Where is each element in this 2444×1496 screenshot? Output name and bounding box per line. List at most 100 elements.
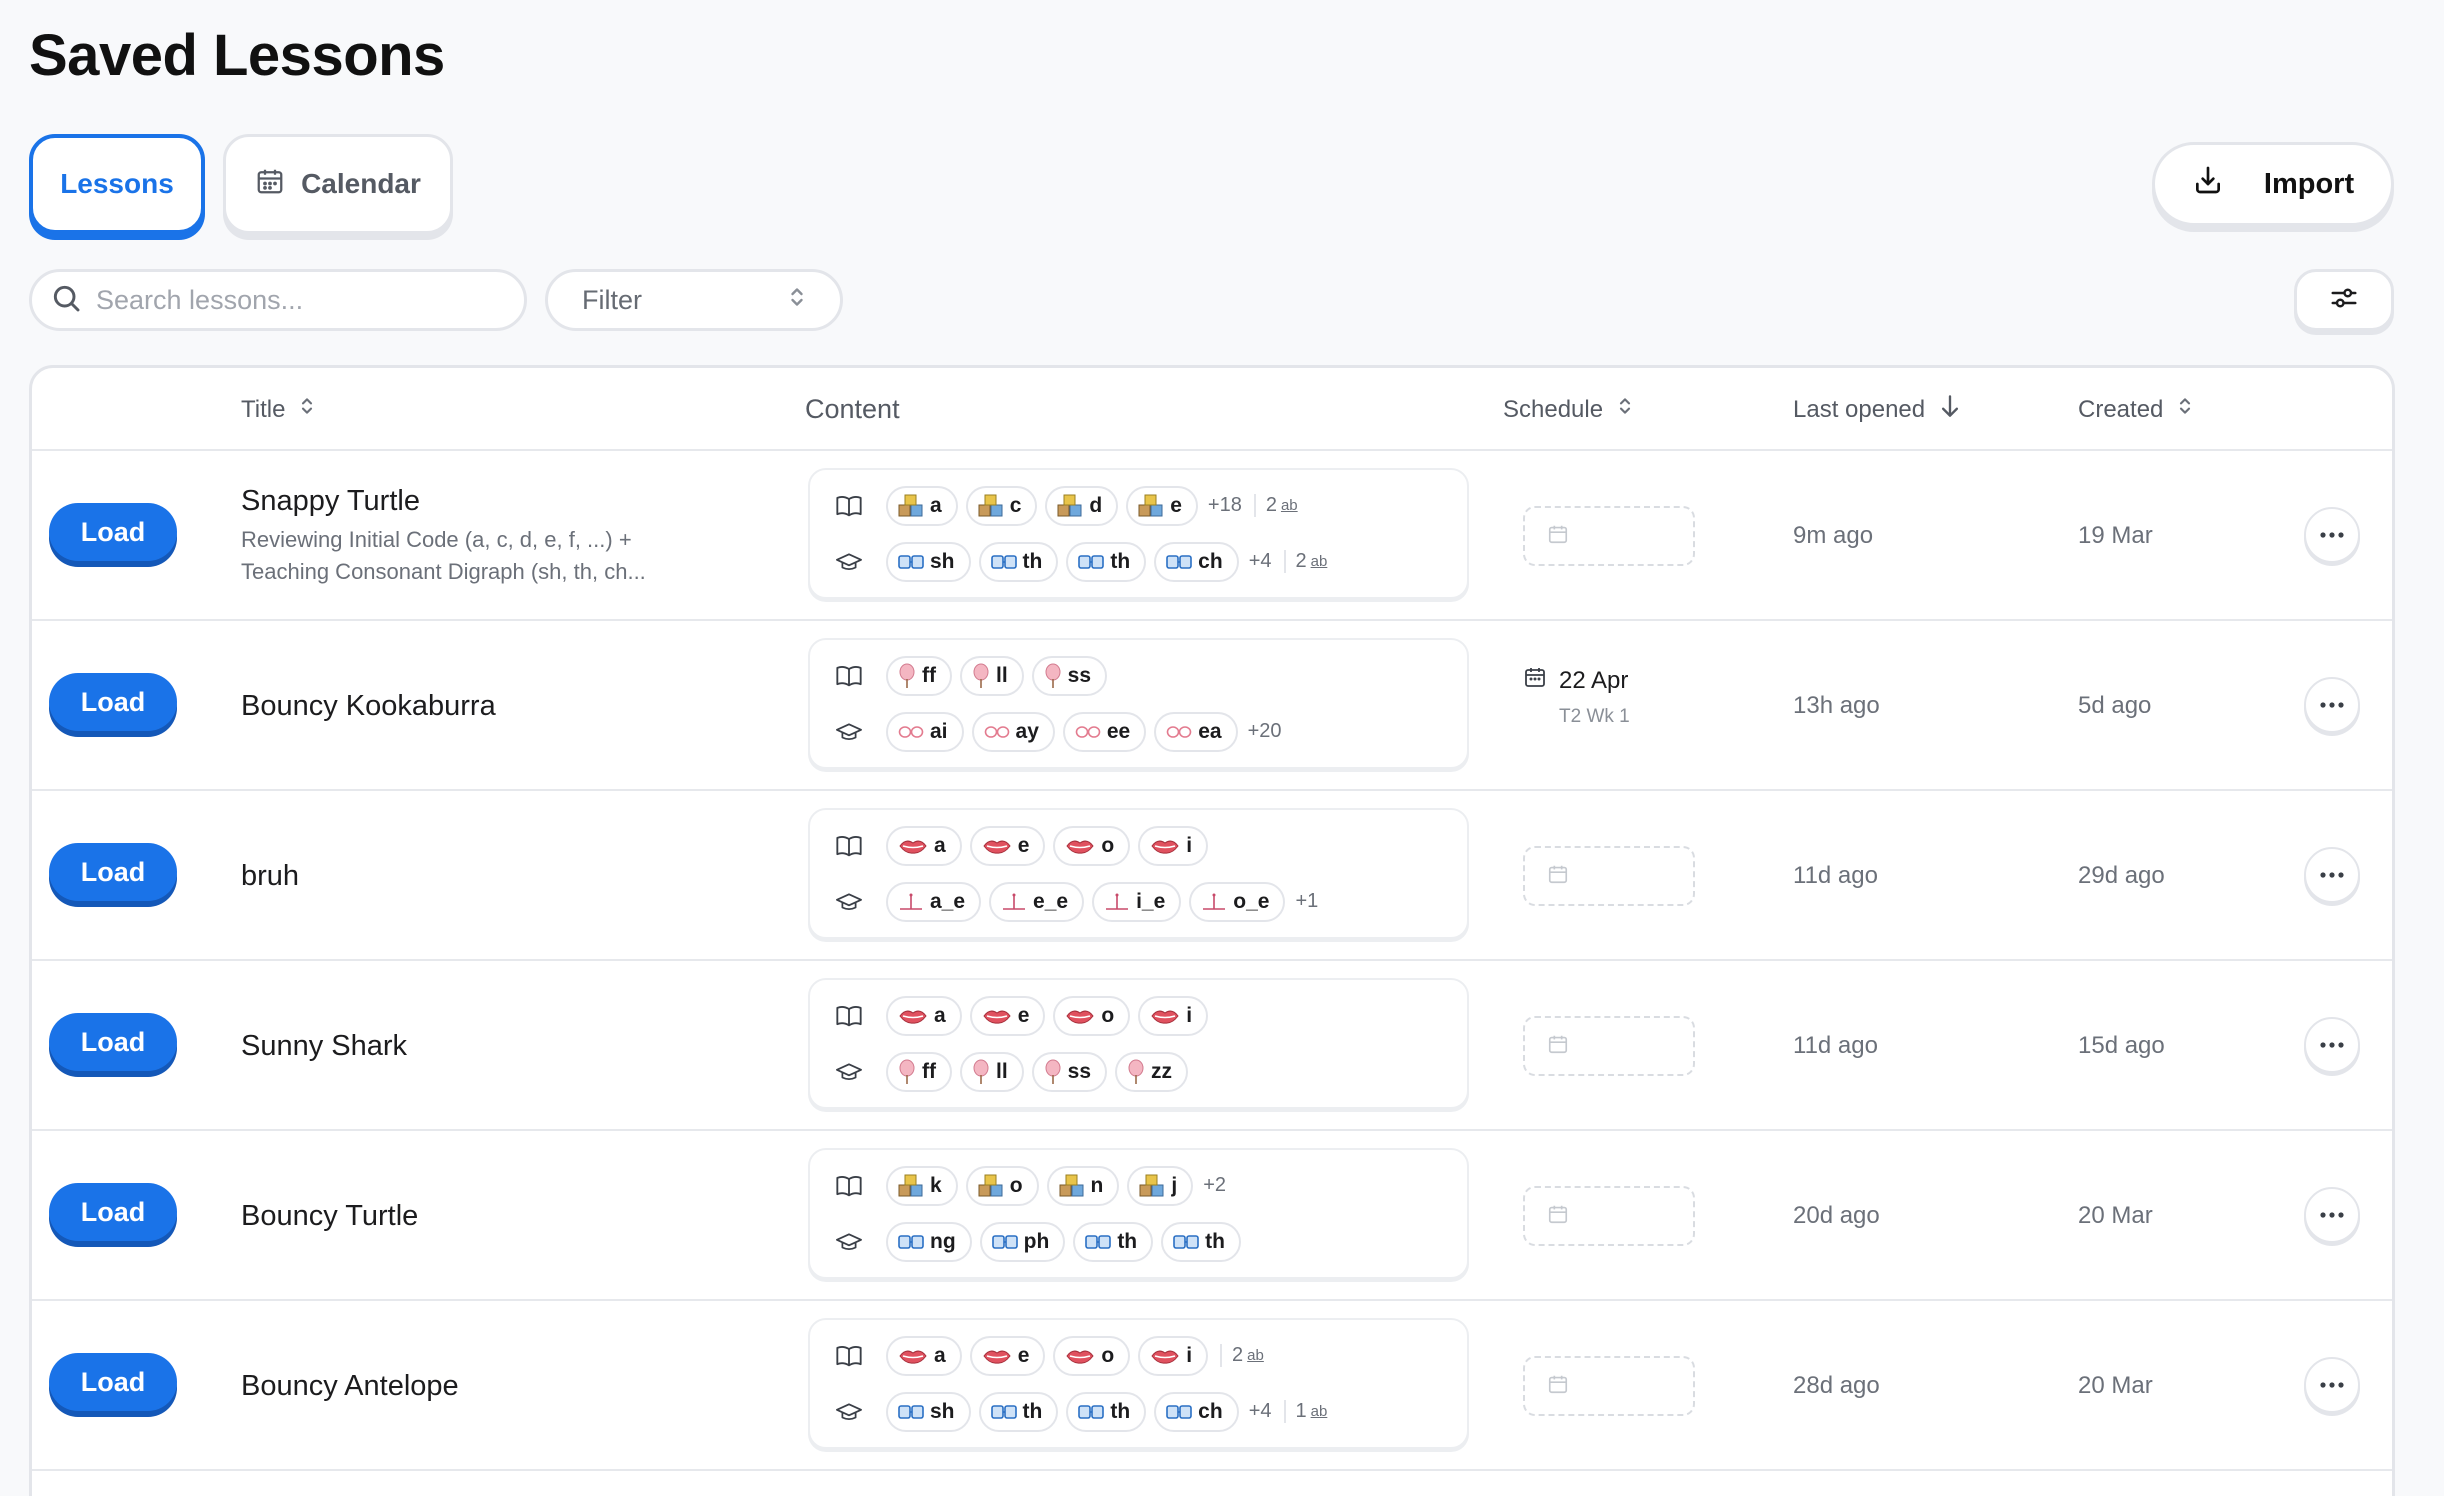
words-icon: ab <box>1247 1347 1264 1364</box>
content-review-line: a e o i 2 ab <box>834 1334 1467 1378</box>
more-horizontal-icon <box>2318 1036 2346 1054</box>
search-input[interactable] <box>96 284 496 316</box>
grapheme-text: ff <box>922 663 936 687</box>
column-content-label: Content <box>805 394 900 424</box>
view-settings-button[interactable] <box>2294 269 2394 331</box>
schedule-cell[interactable]: 22 Apr T2 Wk 1 <box>1523 665 1630 728</box>
grapheme-chip: ll <box>960 655 1024 696</box>
grapheme-text: o <box>1009 1173 1023 1197</box>
more-count: +2 <box>1203 1174 1226 1196</box>
load-button[interactable]: Load <box>49 843 177 901</box>
grapheme-chip: th <box>1066 1391 1147 1432</box>
created-date: 29d ago <box>2078 862 2165 889</box>
column-last-opened[interactable]: Last opened <box>1793 368 1961 451</box>
row-menu-button[interactable] <box>2304 677 2360 733</box>
more-horizontal-icon <box>2318 1376 2346 1394</box>
row-menu-button[interactable] <box>2304 1017 2360 1073</box>
load-button[interactable]: Load <box>49 1353 177 1411</box>
grapheme-text: ss <box>1067 1059 1092 1083</box>
grapheme-text: zz <box>1151 1059 1173 1083</box>
row-menu-button[interactable] <box>2304 847 2360 903</box>
lesson-description-line: Reviewing Initial Code (a, c, d, e, f, .… <box>241 526 632 552</box>
grapheme-text: th <box>1022 549 1043 573</box>
grapheme-chip: o <box>1053 1335 1131 1376</box>
grapheme-text: c <box>1009 493 1022 517</box>
calendar-icon <box>1547 1033 1569 1060</box>
word-count-value: 1 <box>1295 1400 1307 1422</box>
word-count: 2 ab <box>1220 1344 1264 1367</box>
grapheme-chip: ss <box>1031 1051 1108 1092</box>
table-row: Load Bouncy Antelope a e o i 2 ab sh th th ch +4 1 ab 2… <box>32 1301 2392 1471</box>
grapheme-text: ll <box>996 663 1008 687</box>
schedule-empty-slot[interactable] <box>1523 506 1695 566</box>
column-title[interactable]: Title <box>241 368 315 451</box>
column-content: Content <box>805 368 900 451</box>
book-icon <box>834 664 864 688</box>
words-icon: ab <box>1310 1403 1328 1420</box>
column-schedule-label: Schedule <box>1503 395 1604 423</box>
vowel-team-icon <box>898 724 924 740</box>
grapheme-text: sh <box>930 1399 955 1423</box>
last-opened: 11d ago <box>1793 1032 1878 1059</box>
row-menu-button[interactable] <box>2304 1357 2360 1413</box>
grapheme-text: a <box>934 1003 946 1027</box>
lesson-title: bruh <box>241 859 300 892</box>
content-review-line: aeoi <box>834 824 1467 868</box>
grapheme-text: ss <box>1067 663 1092 687</box>
grapheme-chip: a <box>886 995 962 1036</box>
grapheme-text: ll <box>996 1059 1008 1083</box>
row-menu-button[interactable] <box>2304 1187 2360 1243</box>
calendar-icon <box>255 166 285 203</box>
grapheme-chip: n <box>1046 1165 1120 1206</box>
grapheme-text: o <box>1101 1343 1115 1367</box>
calendar-icon <box>1547 863 1569 890</box>
more-count: +4 <box>1248 1400 1272 1422</box>
search-box[interactable] <box>29 269 527 331</box>
words-icon: ab <box>1280 497 1298 514</box>
more-count: +20 <box>1247 720 1282 742</box>
row-menu-button[interactable] <box>2304 507 2360 563</box>
blocks-icon <box>978 1174 1004 1198</box>
column-schedule[interactable]: Schedule <box>1503 368 1633 451</box>
grapheme-chip: ea <box>1154 711 1238 752</box>
grapheme-chip: o <box>1053 995 1131 1036</box>
grapheme-text: sh <box>930 549 955 573</box>
grapheme-chip: o <box>1053 825 1131 866</box>
blocks-icon <box>898 494 924 518</box>
grapheme-text: ay <box>1015 719 1039 743</box>
cotton-candy-icon <box>1044 663 1062 689</box>
blocks-icon <box>1057 494 1083 518</box>
load-button[interactable]: Load <box>49 503 177 561</box>
grapheme-text: e <box>1017 1003 1030 1027</box>
schedule-empty-slot[interactable] <box>1523 1356 1695 1416</box>
sliders-icon <box>2329 283 2359 318</box>
word-count: 1 ab <box>1283 1400 1328 1423</box>
column-created[interactable]: Created <box>2078 368 2193 451</box>
tab-lessons[interactable]: Lessons <box>29 134 205 234</box>
word-count: 2 ab <box>1253 494 1298 517</box>
load-button[interactable]: Load <box>49 1013 177 1071</box>
tab-calendar-label: Calendar <box>301 168 421 199</box>
load-button[interactable]: Load <box>49 1183 177 1241</box>
lips-icon <box>1150 1347 1180 1365</box>
load-button[interactable]: Load <box>49 673 177 731</box>
tab-calendar[interactable]: Calendar <box>223 134 453 234</box>
grapheme-text: k <box>930 1173 942 1197</box>
import-button[interactable]: Import <box>2152 142 2394 226</box>
lips-icon <box>1065 1007 1095 1025</box>
schedule-empty-slot[interactable] <box>1523 846 1695 906</box>
last-opened: 20d ago <box>1793 1202 1880 1229</box>
tab-lessons-label: Lessons <box>60 168 174 199</box>
split-digraph-icon <box>898 892 924 912</box>
more-count: +18 <box>1207 494 1242 516</box>
schedule-empty-slot[interactable] <box>1523 1016 1695 1076</box>
content-review-line: aeoi <box>834 994 1467 1038</box>
lesson-title-cell: bruh <box>241 791 721 961</box>
created-date: 20 Mar <box>2078 1372 2153 1399</box>
book-icon <box>834 494 864 518</box>
filter-select[interactable]: Filter <box>545 269 843 331</box>
grapheme-text: a_e <box>930 889 966 913</box>
grapheme-chip: ai <box>886 711 964 752</box>
schedule-empty-slot[interactable] <box>1523 1186 1695 1246</box>
book-icon <box>834 1174 864 1198</box>
